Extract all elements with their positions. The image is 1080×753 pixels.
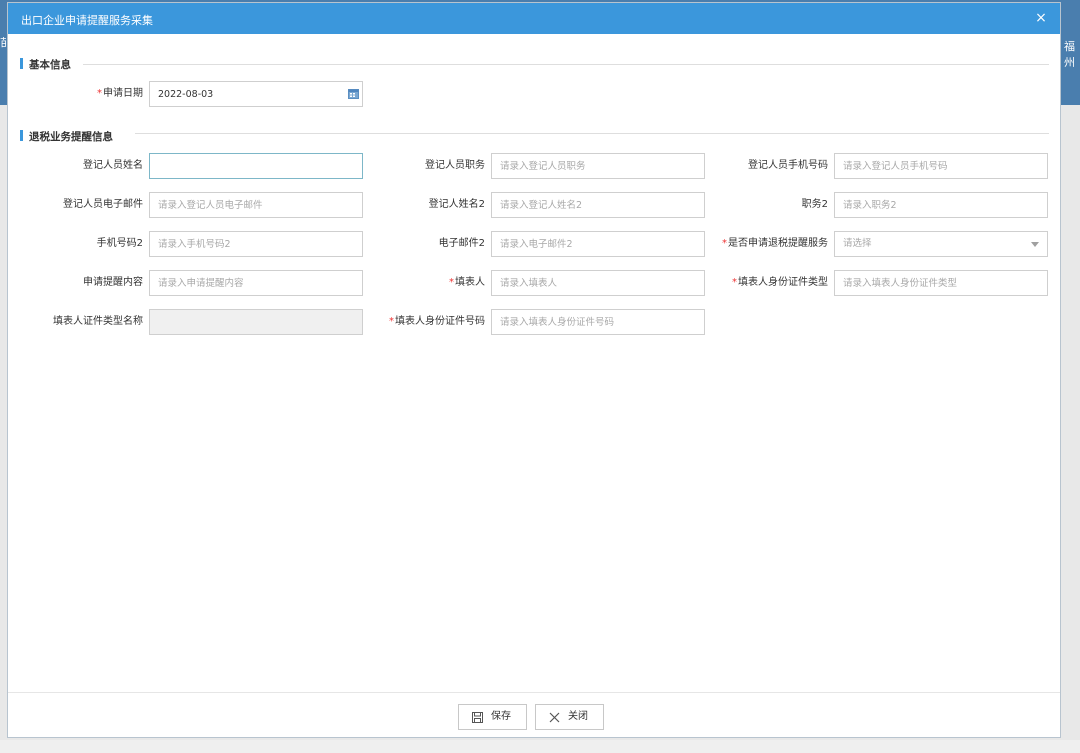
reg-phone-label: 登记人员手机号码 (748, 160, 828, 171)
apply-date-field[interactable] (149, 81, 363, 107)
filler-id-number-input[interactable] (491, 309, 705, 335)
close-icon[interactable]: × (1032, 9, 1050, 27)
section-marker (20, 130, 23, 141)
service-collection-dialog: 出口企业申请提醒服务采集 × 基本信息 *申请日期 退税业务提醒信息 登记人员姓… (7, 2, 1061, 738)
close-button-label: 关闭 (568, 711, 588, 722)
phone2-label: 手机号码2 (96, 238, 143, 249)
footer-divider (8, 692, 1060, 693)
background-app-footer (0, 740, 1080, 753)
apply-date-label: *申请日期 (97, 88, 143, 99)
reminder-content-input[interactable] (149, 270, 363, 296)
section-divider (135, 133, 1049, 134)
reg-phone-input[interactable] (834, 153, 1048, 179)
title2-label: 职务2 (801, 199, 828, 210)
filler-id-type-name-label: 填表人证件类型名称 (53, 316, 143, 327)
reg-title-input[interactable] (491, 153, 705, 179)
reg-email-label: 登记人员电子邮件 (63, 199, 143, 210)
filler-id-number-label: *填表人身份证件号码 (389, 316, 485, 327)
select-value: 请选择 (843, 238, 872, 249)
background-left-text: 苗 (0, 36, 6, 49)
save-icon (472, 712, 483, 723)
reg-name2-label: 登记人姓名2 (428, 199, 485, 210)
close-button[interactable]: 关闭 (535, 704, 604, 730)
filler-id-type-label: *填表人身份证件类型 (732, 277, 828, 288)
section-marker (20, 58, 23, 69)
reg-email-input[interactable] (149, 192, 363, 218)
apply-service-label: *是否申请退税提醒服务 (722, 238, 828, 249)
title2-input[interactable] (834, 192, 1048, 218)
filler-input[interactable] (491, 270, 705, 296)
calendar-icon[interactable] (348, 88, 359, 99)
dialog-titlebar: 出口企业申请提醒服务采集 × (8, 3, 1060, 34)
filler-id-type-name-input (149, 309, 363, 335)
section-divider (83, 64, 1049, 65)
background-header-text: 福州 (1064, 40, 1075, 69)
filler-label: *填表人 (449, 277, 485, 288)
section-title: 退税业务提醒信息 (29, 131, 113, 143)
filler-id-type-input[interactable] (834, 270, 1048, 296)
reg-name-label: 登记人员姓名 (83, 160, 143, 171)
email2-label: 电子邮件2 (438, 238, 485, 249)
save-button-label: 保存 (491, 711, 511, 722)
dialog-title: 出口企业申请提醒服务采集 (21, 14, 153, 27)
close-icon (549, 712, 560, 723)
phone2-input[interactable] (149, 231, 363, 257)
chevron-down-icon (1031, 242, 1039, 247)
reg-name2-input[interactable] (491, 192, 705, 218)
email2-input[interactable] (491, 231, 705, 257)
save-button[interactable]: 保存 (458, 704, 527, 730)
reg-title-label: 登记人员职务 (425, 160, 485, 171)
apply-service-select[interactable]: 请选择 (834, 231, 1048, 257)
reg-name-input[interactable] (149, 153, 363, 179)
section-title: 基本信息 (29, 59, 71, 71)
reminder-content-label: 申请提醒内容 (83, 277, 143, 288)
